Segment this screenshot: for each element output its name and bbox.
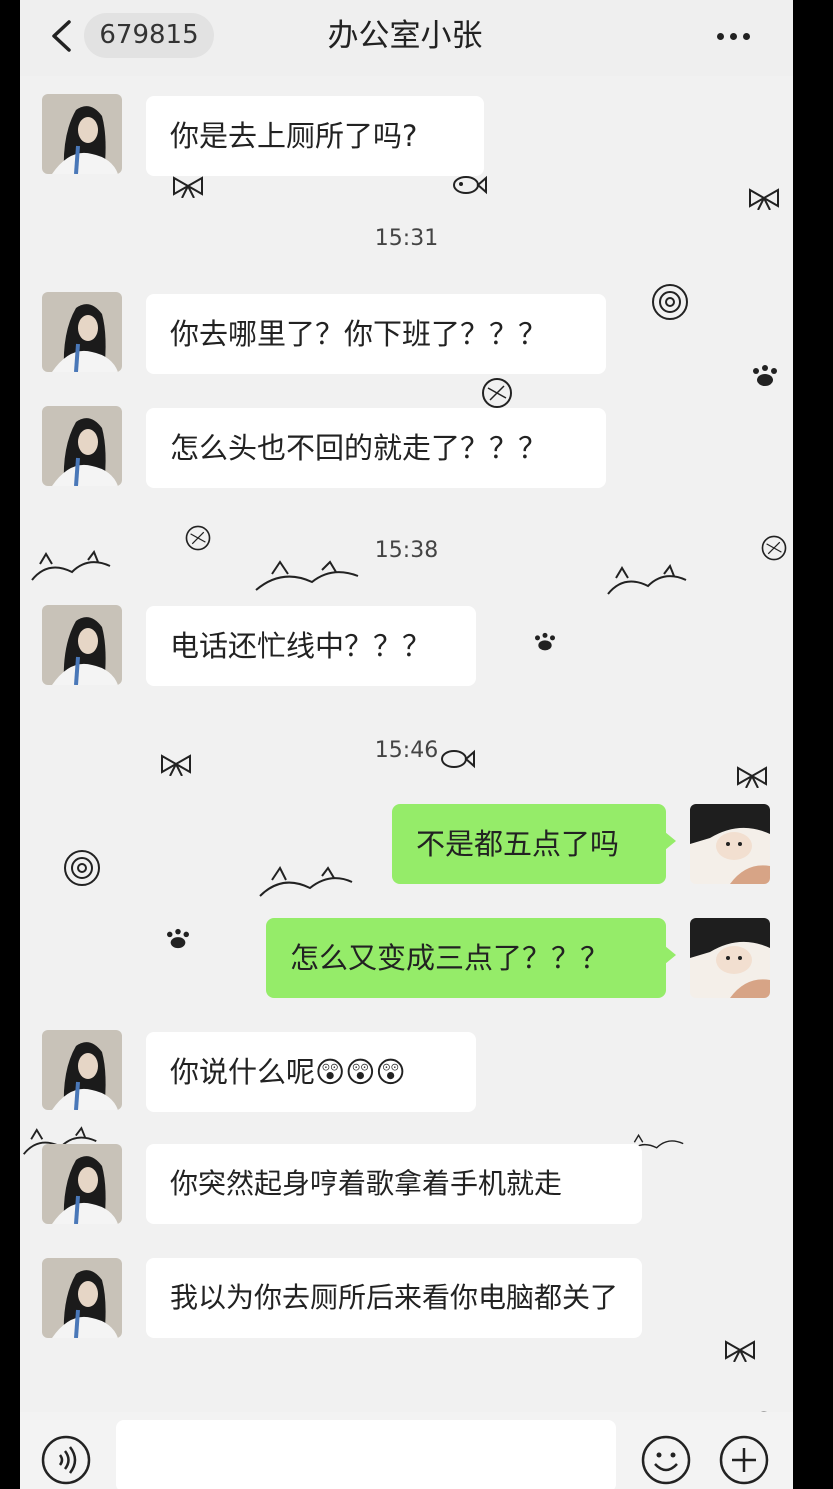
incoming-message[interactable]: 我以为你去厕所后来看你电脑都关了	[146, 1258, 642, 1338]
paw-doodle-icon	[167, 928, 189, 949]
cat-doodle-icon	[259, 866, 353, 897]
paw-doodle-icon	[535, 632, 555, 651]
contact-avatar[interactable]	[42, 292, 122, 372]
outgoing-message[interactable]: 怎么又变成三点了？？？	[266, 918, 676, 998]
bow-doodle-icon	[725, 1340, 755, 1362]
contact-avatar[interactable]	[42, 1258, 122, 1338]
ball-doodle-icon	[482, 378, 512, 408]
voice-icon	[41, 1435, 91, 1485]
plus-icon	[719, 1435, 769, 1485]
bow-doodle-icon	[173, 176, 203, 198]
chat-header: 679815 办公室小张	[20, 0, 793, 76]
message-timestamp: 15:46	[374, 738, 439, 763]
incoming-message[interactable]: 你说什么呢😲😲😲	[146, 1032, 476, 1112]
incoming-message[interactable]: 你是去上厕所了吗?	[146, 96, 484, 176]
incoming-message[interactable]: 电话还忙线中？？？	[146, 606, 476, 686]
message-timestamp: 15:31	[374, 226, 439, 251]
emoji-icon	[641, 1435, 691, 1485]
message-input[interactable]	[116, 1420, 616, 1489]
contact-avatar[interactable]	[42, 406, 122, 486]
bow-doodle-icon	[749, 188, 779, 210]
fish-doodle-icon	[453, 175, 487, 195]
chat-title: 办公室小张	[327, 18, 483, 54]
incoming-message[interactable]: 你突然起身哼着歌拿着手机就走	[146, 1144, 642, 1224]
input-bar	[20, 1412, 793, 1489]
cat-doodle-icon	[255, 560, 359, 591]
outgoing-message[interactable]: 不是都五点了吗	[392, 804, 676, 884]
more-dots-icon	[717, 32, 724, 40]
contact-avatar[interactable]	[42, 1144, 122, 1224]
more-button[interactable]	[717, 24, 757, 48]
my-avatar[interactable]	[690, 918, 770, 998]
unread-count-badge[interactable]: 679815	[84, 13, 214, 58]
contact-avatar[interactable]	[42, 605, 122, 685]
contact-avatar[interactable]	[42, 94, 122, 174]
voice-button[interactable]	[40, 1434, 92, 1486]
incoming-message[interactable]: 怎么头也不回的就走了？？？	[146, 408, 606, 488]
emoji-button[interactable]	[640, 1434, 692, 1486]
incoming-message[interactable]: 你去哪里了？你下班了？？？	[146, 294, 606, 374]
bow-doodle-icon	[737, 766, 767, 788]
message-list[interactable]: 你是去上厕所了吗? 15:31 你去哪里了？你下班了？？？ 怎么头也不回的就走了…	[20, 76, 793, 1437]
swirl-doodle-icon	[64, 850, 100, 886]
my-avatar[interactable]	[690, 804, 770, 884]
swirl-doodle-icon	[652, 284, 688, 320]
contact-avatar[interactable]	[42, 1030, 122, 1110]
plus-button[interactable]	[718, 1434, 770, 1486]
chevron-left-icon	[52, 20, 71, 52]
chat-screen: 679815 办公室小张 你是去上厕所了吗? 15:31 你去哪里了？你下班了？…	[20, 0, 793, 1489]
message-timestamp: 15:38	[374, 538, 439, 563]
cat-doodle-icon	[607, 564, 687, 595]
paw-doodle-icon	[753, 365, 777, 386]
back-button[interactable]	[46, 18, 76, 54]
